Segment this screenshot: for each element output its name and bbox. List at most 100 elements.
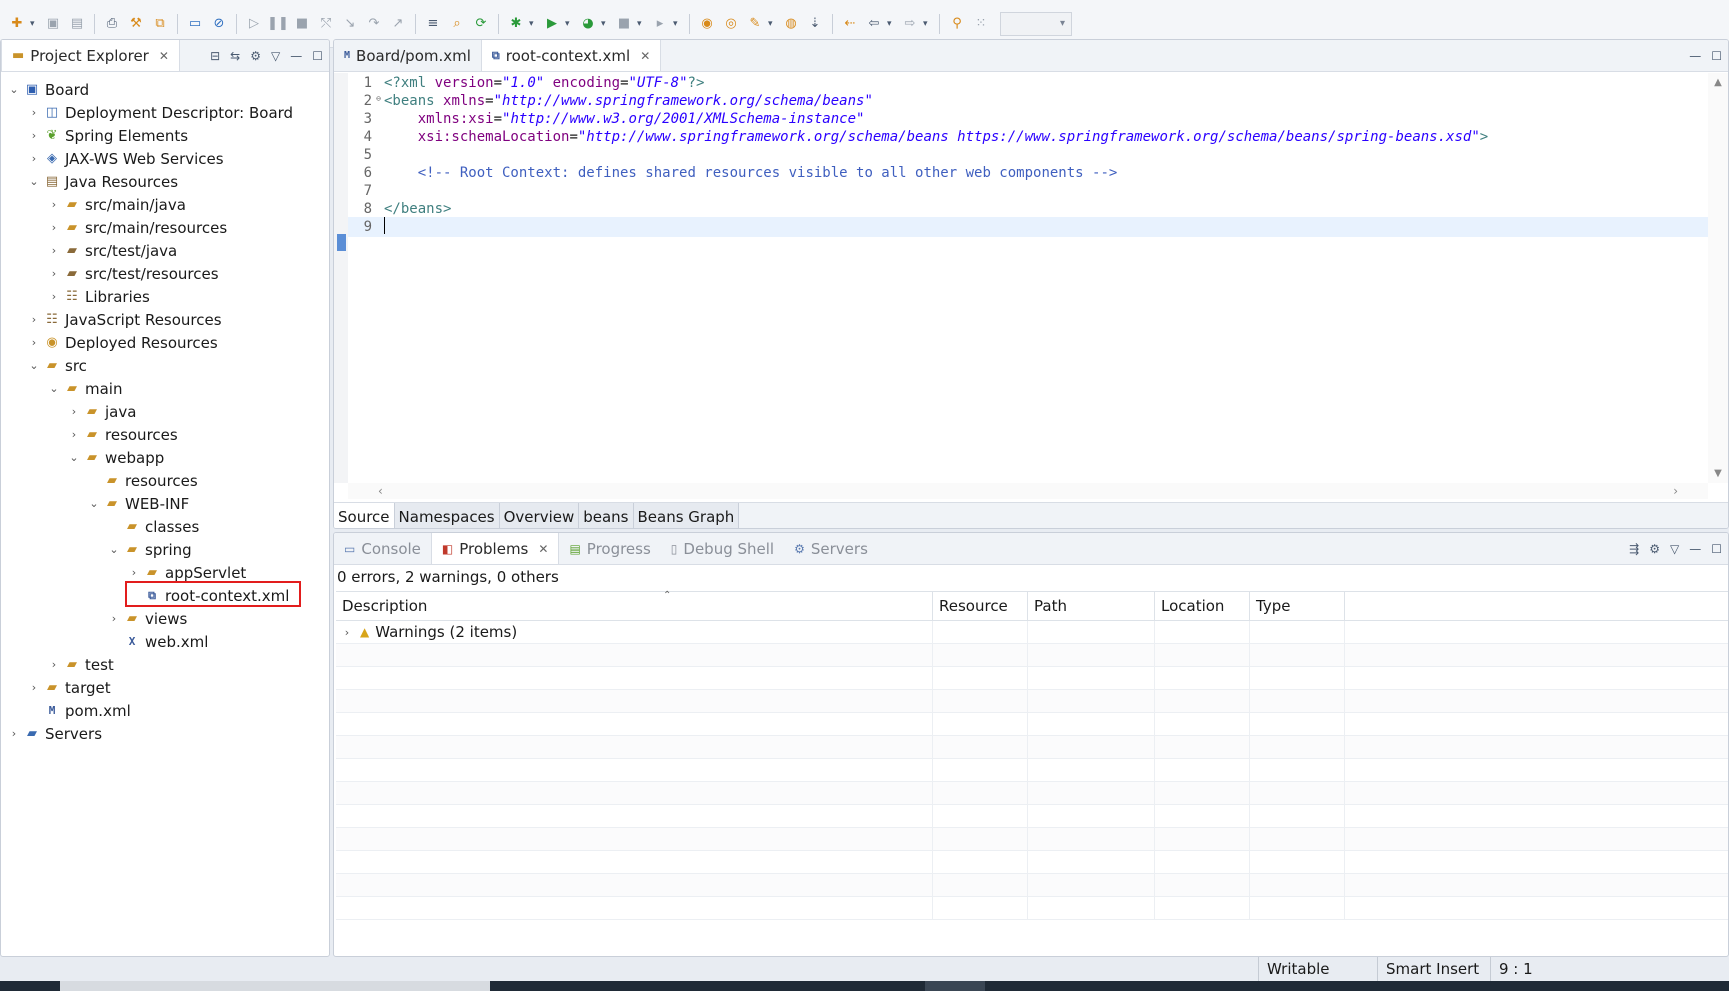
chevron-right-icon[interactable]: › [47, 244, 61, 257]
tree-item-java[interactable]: › ▰ java [1, 400, 329, 423]
debug-icon[interactable]: ✱ [505, 13, 527, 35]
page-tab-beans-graph[interactable]: Beans Graph [633, 503, 740, 528]
tab-debug-shell[interactable]: ▯ Debug Shell [661, 533, 784, 564]
step-return-icon[interactable]: ↗ [387, 13, 409, 35]
pen-icon[interactable]: ✎ [744, 13, 766, 35]
page-tab-beans[interactable]: beans [579, 503, 634, 528]
pin-icon[interactable]: ⚲ [946, 13, 968, 35]
tree-item-src[interactable]: ⌄ ▰ src [1, 354, 329, 377]
chevron-down-icon[interactable]: ⌄ [107, 543, 121, 556]
print-icon[interactable]: ⎙ [101, 13, 123, 35]
chevron-left-icon[interactable]: ‹ [378, 484, 383, 498]
table-row[interactable]: › ▲ Warnings (2 items) [336, 621, 1728, 644]
chevron-down-icon[interactable]: ⌄ [87, 497, 101, 510]
terminal-icon[interactable]: ▭ [184, 13, 206, 35]
external-run-icon[interactable]: ▸ [649, 13, 671, 35]
terminate-icon[interactable]: ■ [291, 13, 313, 35]
chevron-down-icon[interactable]: ⌄ [67, 451, 81, 464]
view-menu-icon[interactable]: ▽ [271, 49, 280, 63]
chevron-right-icon[interactable]: › [47, 198, 61, 211]
tree-item-jax-ws[interactable]: › ◈ JAX-WS Web Services [1, 147, 329, 170]
forward-icon[interactable]: ⇨ [899, 13, 921, 35]
tree-item-src-main-resources[interactable]: › ▰ src/main/resources [1, 216, 329, 239]
next-annotation-icon[interactable]: ⇣ [804, 13, 826, 35]
page-tab-overview[interactable]: Overview [499, 503, 580, 528]
tree-item-classes[interactable]: ▰ classes [1, 515, 329, 538]
chevron-down-icon[interactable]: ▾ [887, 19, 897, 29]
tree-item-deployed-resources[interactable]: › ◉ Deployed Resources [1, 331, 329, 354]
tree-item-src-test-resources[interactable]: › ▰ src/test/resources [1, 262, 329, 285]
filter-icon[interactable]: ⚙ [1649, 542, 1660, 556]
chevron-down-icon[interactable]: ⌄ [7, 83, 21, 96]
chevron-right-icon[interactable]: › [47, 658, 61, 671]
open-task-icon[interactable]: ◎ [720, 13, 742, 35]
tree-item-spring[interactable]: ⌄ ▰ spring [1, 538, 329, 561]
toggle-mark-occurrences-icon[interactable]: ≡ [422, 13, 444, 35]
run-icon[interactable]: ▶ [541, 13, 563, 35]
column-type[interactable]: Type [1250, 592, 1345, 620]
minimize-icon[interactable]: — [1689, 542, 1701, 556]
chevron-right-icon[interactable]: › [67, 428, 81, 441]
tree-item-main[interactable]: ⌄ ▰ main [1, 377, 329, 400]
chevron-right-icon[interactable]: › [127, 566, 141, 579]
view-menu-icon[interactable]: ▽ [1670, 542, 1679, 556]
chevron-right-icon[interactable]: › [1673, 484, 1678, 498]
chevron-right-icon[interactable]: › [27, 152, 41, 165]
maximize-icon[interactable]: ☐ [1711, 542, 1722, 556]
horizontal-scrollbar[interactable]: ‹ › [348, 483, 1708, 499]
suspend-icon[interactable]: ❚❚ [267, 13, 289, 35]
chevron-up-icon[interactable]: ▲ [1714, 77, 1722, 88]
skip-breakpoints-icon[interactable]: ⊘ [208, 13, 230, 35]
status-insert-mode[interactable]: Smart Insert [1377, 957, 1479, 981]
chevron-right-icon[interactable]: › [47, 290, 61, 303]
save-all-icon[interactable]: ▤ [66, 13, 88, 35]
resume-icon[interactable]: ▷ [243, 13, 265, 35]
tab-progress[interactable]: ▤ Progress [559, 533, 660, 564]
chevron-right-icon[interactable]: › [27, 336, 41, 349]
column-location[interactable]: Location [1155, 592, 1250, 620]
chevron-right-icon[interactable]: › [27, 681, 41, 694]
minimize-icon[interactable]: — [290, 49, 302, 63]
chevron-down-icon[interactable]: ▾ [637, 19, 647, 29]
chevron-down-icon[interactable]: ▾ [565, 19, 575, 29]
tree-item-src-main-java[interactable]: › ▰ src/main/java [1, 193, 329, 216]
column-description[interactable]: Description [336, 592, 933, 620]
stop-icon[interactable]: ■ [613, 13, 635, 35]
chevron-right-icon[interactable]: › [27, 106, 41, 119]
tab-servers[interactable]: ⚙ Servers [784, 533, 878, 564]
disconnect-icon[interactable]: ⤲ [315, 13, 337, 35]
chevron-right-icon[interactable]: › [47, 221, 61, 234]
chevron-down-icon[interactable]: ⌄ [27, 359, 41, 372]
vertical-scrollbar[interactable]: ▲ ▼ [1708, 73, 1728, 483]
column-path[interactable]: Path [1028, 592, 1155, 620]
tree-item-libraries[interactable]: › ☷ Libraries [1, 285, 329, 308]
chevron-right-icon[interactable]: › [67, 405, 81, 418]
chevron-right-icon[interactable]: › [27, 313, 41, 326]
page-tab-namespaces[interactable]: Namespaces [394, 503, 500, 528]
filter-icon[interactable]: ⚙ [250, 49, 261, 63]
tree-item-test[interactable]: › ▰ test [1, 653, 329, 676]
tab-root-context[interactable]: ⧉ root-context.xml ✕ [480, 40, 662, 71]
search-icon[interactable]: ⌕ [446, 13, 468, 35]
coverage-icon[interactable]: ◕ [577, 13, 599, 35]
tree-item-javascript-resources[interactable]: › ☷ JavaScript Resources [1, 308, 329, 331]
page-tab-source[interactable]: Source [334, 503, 395, 528]
chevron-down-icon[interactable]: ▾ [529, 19, 539, 29]
chevron-down-icon[interactable]: ▾ [601, 19, 611, 29]
refresh-icon[interactable]: ⟳ [470, 13, 492, 35]
tree-item-src-test-java[interactable]: › ▰ src/test/java [1, 239, 329, 262]
code-editor[interactable]: 1 <?xml version="1.0" encoding="UTF-8"?>… [334, 73, 1710, 483]
close-icon[interactable]: ✕ [640, 49, 650, 63]
chevron-down-icon[interactable]: ⌄ [47, 382, 61, 395]
chevron-right-icon[interactable]: › [47, 267, 61, 280]
column-resource[interactable]: Resource [933, 592, 1028, 620]
new-icon[interactable]: ✚ [6, 13, 28, 35]
tree-item-webapp-resources[interactable]: ▰ resources [1, 469, 329, 492]
grid-icon[interactable]: ⁙ [970, 13, 992, 35]
tree-item-pom-xml[interactable]: Mpom.xml [1, 699, 329, 722]
maximize-icon[interactable]: ☐ [1711, 49, 1722, 63]
tree-item-webapp[interactable]: ⌄ ▰ webapp [1, 446, 329, 469]
tree-item-web-inf[interactable]: ⌄ ▰ WEB-INF [1, 492, 329, 515]
close-icon[interactable]: ✕ [538, 542, 548, 556]
focus-icon[interactable]: ⇶ [1629, 542, 1639, 556]
